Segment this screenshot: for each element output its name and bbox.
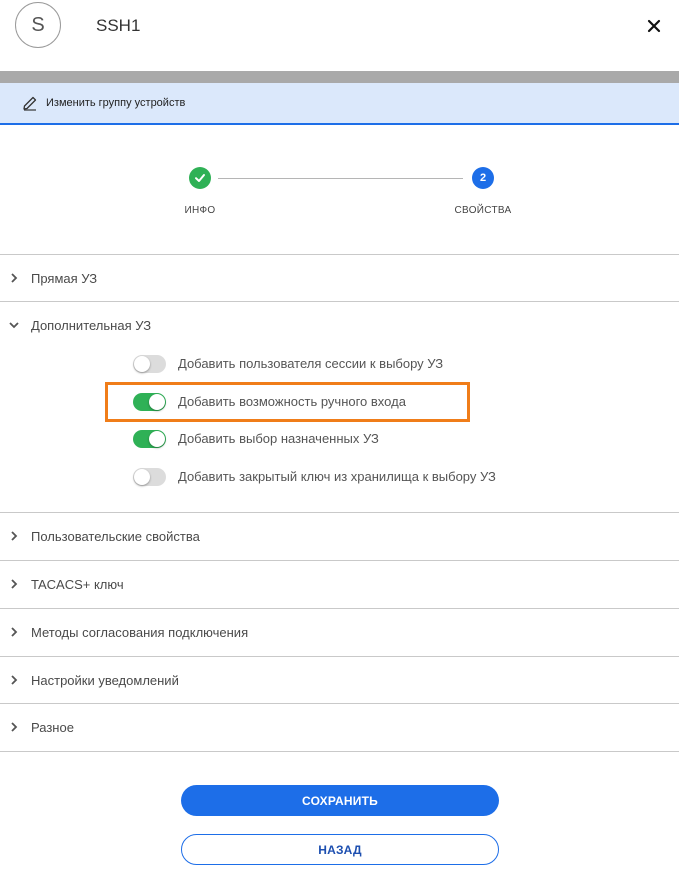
pencil-icon <box>23 96 37 111</box>
section-header[interactable]: Методы согласования подключения <box>0 609 679 656</box>
edit-banner: Изменить группу устройств <box>0 83 679 125</box>
section-connection-methods: Методы согласования подключения <box>0 608 679 640</box>
close-icon[interactable] <box>644 16 664 36</box>
chevron-down-icon <box>9 322 19 329</box>
section-label: Прямая УЗ <box>31 271 98 286</box>
chevron-right-icon <box>11 273 18 283</box>
chevron-right-icon <box>11 531 18 541</box>
chevron-right-icon <box>11 627 18 637</box>
section-header[interactable]: TACACS+ ключ <box>0 561 679 608</box>
close-button[interactable] <box>644 16 664 36</box>
section-label: Дополнительная УЗ <box>31 318 152 333</box>
sections-bottom-divider <box>0 751 679 752</box>
toggle-label: Добавить закрытый ключ из хранилища к вы… <box>178 469 496 484</box>
stepper: 2 ИНФО СВОЙСТВА <box>0 165 679 225</box>
toggle-row-assigned-accounts: Добавить выбор назначенных УЗ <box>133 430 553 452</box>
section-direct-account: Прямая УЗ <box>0 254 679 286</box>
assigned-accounts-toggle[interactable] <box>133 430 166 448</box>
section-label: Методы согласования подключения <box>31 625 249 640</box>
toggle-row-session-user: Добавить пользователя сессии к выбору УЗ <box>133 355 553 377</box>
back-button[interactable]: НАЗАД <box>181 834 499 865</box>
avatar: S <box>15 2 61 48</box>
toggle-label: Добавить выбор назначенных УЗ <box>178 431 379 446</box>
section-custom-properties: Пользовательские свойства <box>0 512 679 544</box>
toggle-row-private-key: Добавить закрытый ключ из хранилища к вы… <box>133 468 553 490</box>
section-label: Пользовательские свойства <box>31 529 200 544</box>
toggle-label: Добавить возможность ручного входа <box>178 394 406 409</box>
section-header[interactable]: Пользовательские свойства <box>0 513 679 560</box>
section-header[interactable]: Прямая УЗ <box>0 255 679 302</box>
section-header[interactable]: Настройки уведомлений <box>0 657 679 704</box>
section-header[interactable]: Разное <box>0 704 679 751</box>
toggle-knob <box>134 356 150 372</box>
section-label: Разное <box>31 720 74 735</box>
header-divider <box>0 71 679 83</box>
banner-label: Изменить группу устройств <box>46 97 186 109</box>
toggle-knob <box>149 431 165 447</box>
step-properties-label: СВОЙСТВА <box>454 205 512 216</box>
section-misc: Разное <box>0 703 679 735</box>
section-notification-settings: Настройки уведомлений <box>0 656 679 688</box>
step-info[interactable] <box>189 167 211 189</box>
step-properties[interactable]: 2 <box>472 167 494 189</box>
save-button[interactable]: СОХРАНИТЬ <box>181 785 499 816</box>
section-additional-account: Дополнительная УЗ <box>0 301 679 333</box>
section-label: Настройки уведомлений <box>31 673 179 688</box>
chevron-right-icon <box>11 675 18 685</box>
toggle-knob <box>149 394 165 410</box>
stepper-connector <box>218 178 463 179</box>
toggle-knob <box>134 469 150 485</box>
step-info-label: ИНФО <box>184 205 216 216</box>
section-label: TACACS+ ключ <box>31 577 124 592</box>
toggle-label: Добавить пользователя сессии к выбору УЗ <box>178 356 444 371</box>
manual-login-toggle[interactable] <box>133 393 166 411</box>
session-user-toggle[interactable] <box>133 355 166 373</box>
chevron-right-icon <box>11 722 18 732</box>
checkmark-icon <box>195 174 205 182</box>
dialog-header: S SSH1 <box>0 0 679 71</box>
chevron-right-icon <box>11 579 18 589</box>
toggle-row-manual-login: Добавить возможность ручного входа <box>133 393 553 415</box>
section-tacacs-key: TACACS+ ключ <box>0 560 679 592</box>
private-key-toggle[interactable] <box>133 468 166 486</box>
section-header[interactable]: Дополнительная УЗ <box>0 302 679 349</box>
dialog-title: SSH1 <box>96 16 141 35</box>
